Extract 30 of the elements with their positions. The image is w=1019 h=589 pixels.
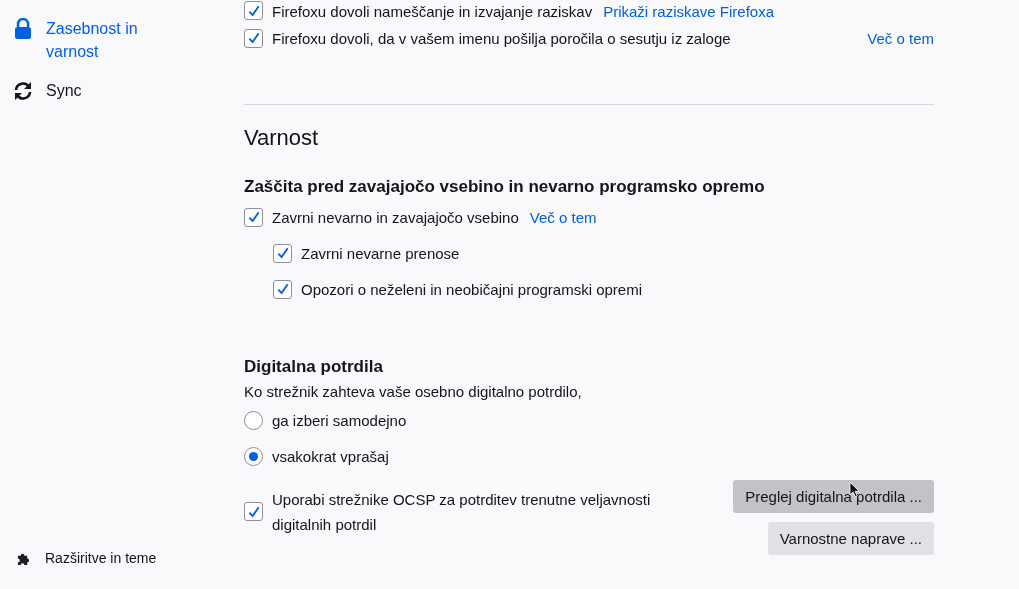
- option-label: Firefoxu dovoli, da v vašem imenu pošilja poročila o sesutju iz zaloge: [272, 29, 731, 47]
- learn-more-link[interactable]: Več o tem: [867, 29, 934, 47]
- dialog-button[interactable]: Preglej digitalna potrdila ...: [733, 480, 934, 513]
- description-text: Ko strežnik zahteva vaše osebno digitalno potrdilo,: [244, 383, 583, 400]
- sidebar-item[interactable]: Razširitve in teme: [12, 550, 244, 566]
- checkbox[interactable]: [244, 1, 263, 20]
- radio-button[interactable]: [244, 446, 263, 466]
- option-label: vsakokrat vprašaj: [272, 447, 389, 465]
- option-label: Uporabi strežnike OCSP za potrditev trenutne veljavnosti digitalnih potrdil: [272, 489, 652, 535]
- checkbox[interactable]: [244, 28, 263, 48]
- group-heading: Digitalna potrdila: [244, 357, 384, 377]
- dialog-button[interactable]: Varnostne naprave ...: [767, 522, 934, 555]
- learn-more-link[interactable]: Prikaži raziskave Firefoxa: [603, 3, 775, 20]
- sidebar-item[interactable]: Zasebnost in varnost: [12, 17, 162, 63]
- option-label: Opozori o neželeni in neobičajni programski opremi: [301, 280, 642, 298]
- checkbox[interactable]: [273, 279, 292, 299]
- option-label: Zavrni nevarno in zavajajočo vsebino: [272, 208, 519, 226]
- option-label: ga izberi samodejno: [272, 411, 407, 429]
- checkbox[interactable]: [244, 207, 263, 227]
- checkbox[interactable]: [244, 502, 263, 521]
- group-heading: Zaščita pred zavajajočo vsebino in nevarno programsko opremo: [244, 177, 766, 197]
- sidebar-item[interactable]: Sync: [12, 79, 162, 102]
- option-label: Firefoxu dovoli nameščanje in izvajanje raziskav: [272, 3, 593, 20]
- radio-button[interactable]: [244, 410, 263, 430]
- lock-icon: [12, 18, 34, 40]
- sync-icon: [12, 80, 34, 102]
- option-label: Zavrni nevarne prenose: [301, 244, 460, 262]
- checkbox[interactable]: [273, 243, 292, 263]
- section-title: Varnost: [244, 124, 320, 152]
- learn-more-link[interactable]: Več o tem: [529, 208, 597, 226]
